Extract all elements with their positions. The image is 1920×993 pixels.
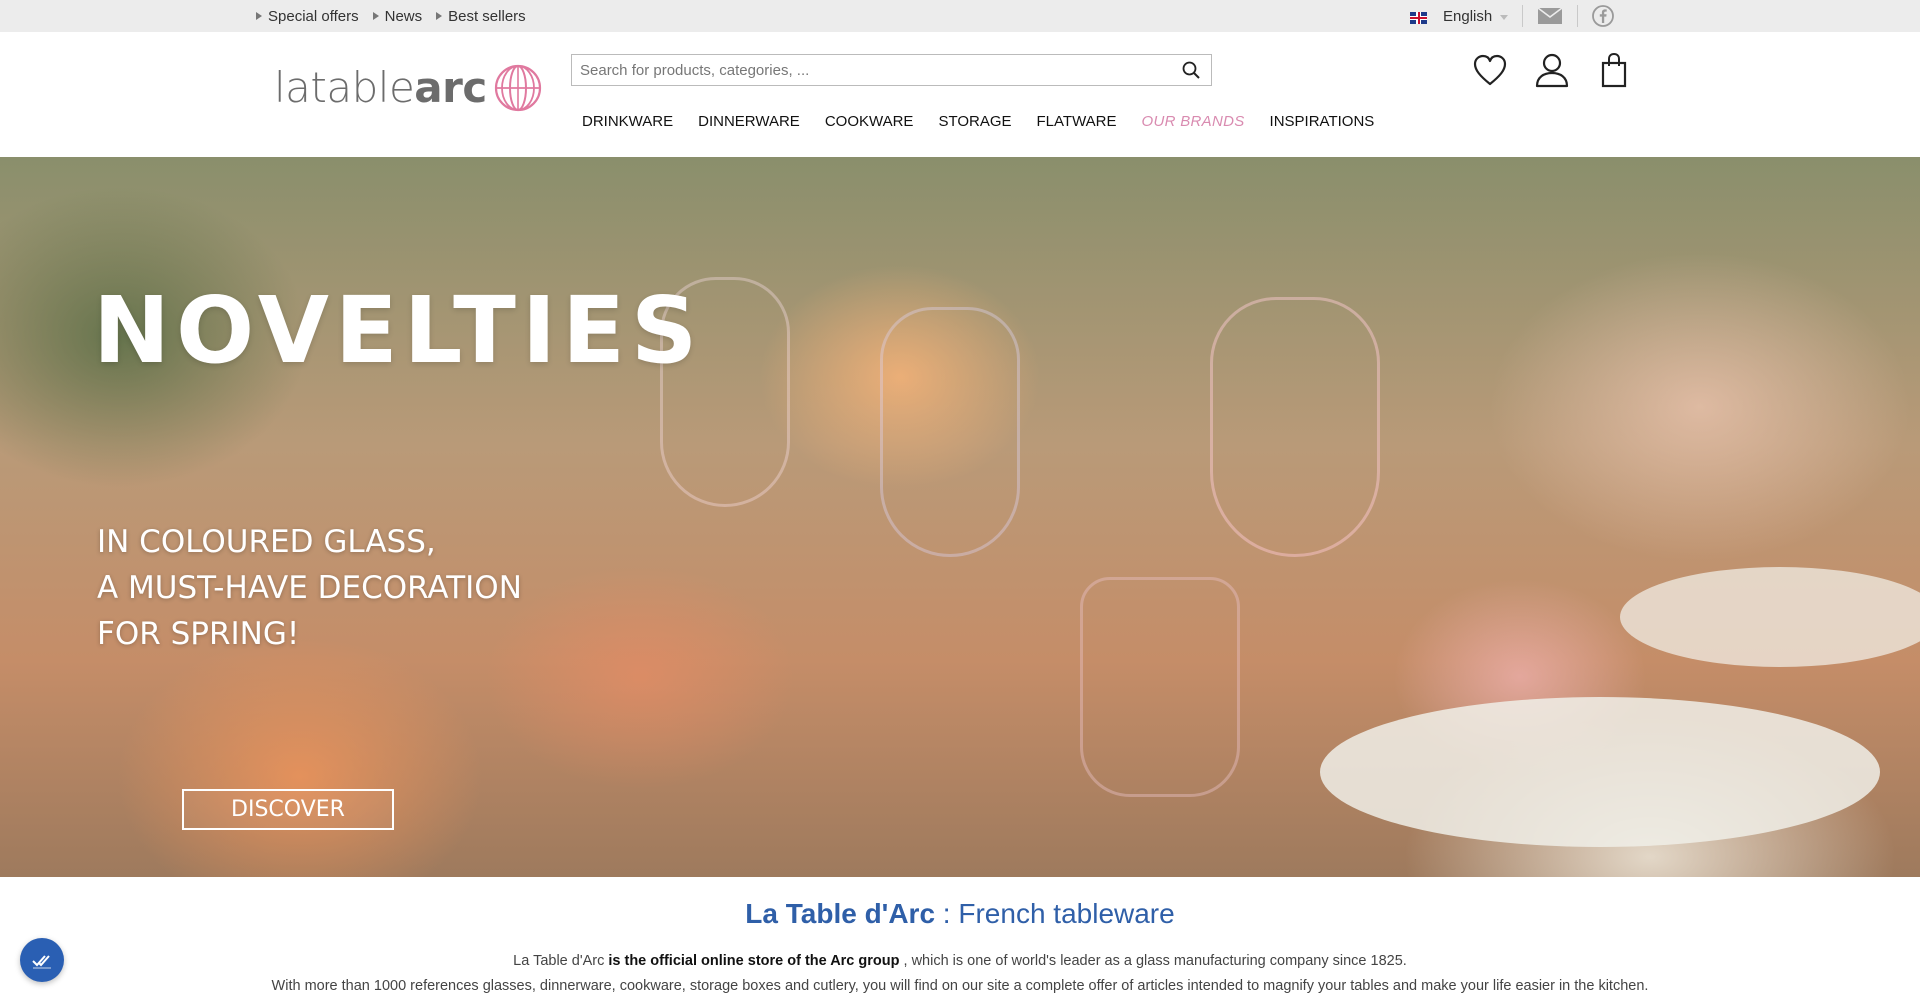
hero-subtitle-line: A MUST-HAVE DECORATION: [97, 570, 522, 606]
search-box: [571, 54, 1212, 86]
logo-globe-icon: [494, 64, 541, 112]
tumbler-glass-image: [1080, 577, 1240, 797]
best-sellers-label: Best sellers: [448, 7, 526, 25]
intro-text: , which is one of world's leader as a gl…: [899, 953, 1407, 969]
nav-our-brands[interactable]: OUR BRANDS: [1142, 113, 1245, 130]
wine-glass-image: [1210, 297, 1380, 557]
intro-text: La Table d'Arc: [513, 953, 609, 969]
chevron-down-icon: [1500, 14, 1509, 20]
search-button[interactable]: [1171, 55, 1211, 85]
language-label: English: [1443, 7, 1493, 25]
facebook-icon[interactable]: [1592, 5, 1615, 27]
intro-title-rest: : French tableware: [935, 898, 1175, 929]
hero-subtitle-line: FOR SPRING!: [97, 616, 300, 652]
discover-button[interactable]: DISCOVER: [182, 789, 394, 830]
main-nav: DRINKWARE DINNERWARE COOKWARE STORAGE FL…: [582, 113, 1374, 130]
special-offers-link[interactable]: Special offers: [256, 8, 359, 25]
top-right-tools: English: [1410, 0, 1615, 32]
intro-title-brand: La Table d'Arc: [745, 898, 936, 929]
bag-icon: [1601, 52, 1627, 88]
hero-title: NOVELTIES: [93, 277, 704, 384]
header-icons: [1470, 50, 1634, 90]
hero-subtitle: IN COLOURED GLASS, A MUST-HAVE DECORATIO…: [97, 519, 522, 657]
top-links: Special offers News Best sellers: [256, 0, 526, 32]
checkmarks-icon: [32, 955, 51, 969]
triangle-right-icon: [436, 12, 443, 20]
nav-drinkware[interactable]: DRINKWARE: [582, 113, 673, 130]
news-link[interactable]: News: [372, 7, 423, 25]
account-button[interactable]: [1532, 50, 1572, 90]
triangle-right-icon: [256, 12, 262, 20]
nav-storage[interactable]: STORAGE: [938, 113, 1011, 130]
special-offers-label: Special offers: [268, 7, 359, 25]
hero-banner[interactable]: NOVELTIES IN COLOURED GLASS, A MUST-HAVE…: [0, 157, 1920, 877]
search-input[interactable]: [572, 55, 1171, 85]
intro-paragraph-2: With more than 1000 references glasses, …: [271, 978, 1649, 993]
nav-dinnerware[interactable]: DINNERWARE: [698, 113, 800, 130]
news-label: News: [384, 7, 423, 25]
search-icon: [1182, 61, 1200, 79]
divider: [1522, 5, 1524, 27]
top-bar: Special offers News Best sellers English: [0, 0, 1920, 32]
intro-paragraph-1: La Table d'Arc is the official online st…: [0, 953, 1920, 969]
cart-button[interactable]: [1594, 50, 1634, 90]
plate-image: [1320, 697, 1880, 847]
uk-flag-icon: [1410, 12, 1427, 24]
wine-glass-image: [880, 307, 1020, 557]
nav-cookware[interactable]: COOKWARE: [825, 113, 914, 130]
cookie-consent-button[interactable]: [20, 938, 64, 982]
wishlist-button[interactable]: [1470, 50, 1510, 90]
nav-flatware[interactable]: FLATWARE: [1037, 113, 1117, 130]
user-icon: [1535, 53, 1569, 88]
intro-text-bold: is the official online store of the Arc …: [608, 953, 900, 969]
mail-icon[interactable]: [1537, 7, 1563, 25]
heart-icon: [1473, 54, 1507, 86]
language-selector[interactable]: English: [1443, 7, 1509, 25]
hero-subtitle-line: IN COLOURED GLASS,: [97, 524, 436, 560]
best-sellers-link[interactable]: Best sellers: [436, 8, 526, 25]
divider: [1577, 5, 1579, 27]
nav-inspirations[interactable]: INSPIRATIONS: [1270, 113, 1375, 130]
intro-title: La Table d'Arc : French tableware: [0, 898, 1920, 930]
logo-text: latablearc: [274, 62, 487, 112]
plate-image: [1620, 567, 1920, 667]
site-logo[interactable]: latablearc: [274, 60, 547, 114]
triangle-right-icon: [372, 12, 379, 20]
